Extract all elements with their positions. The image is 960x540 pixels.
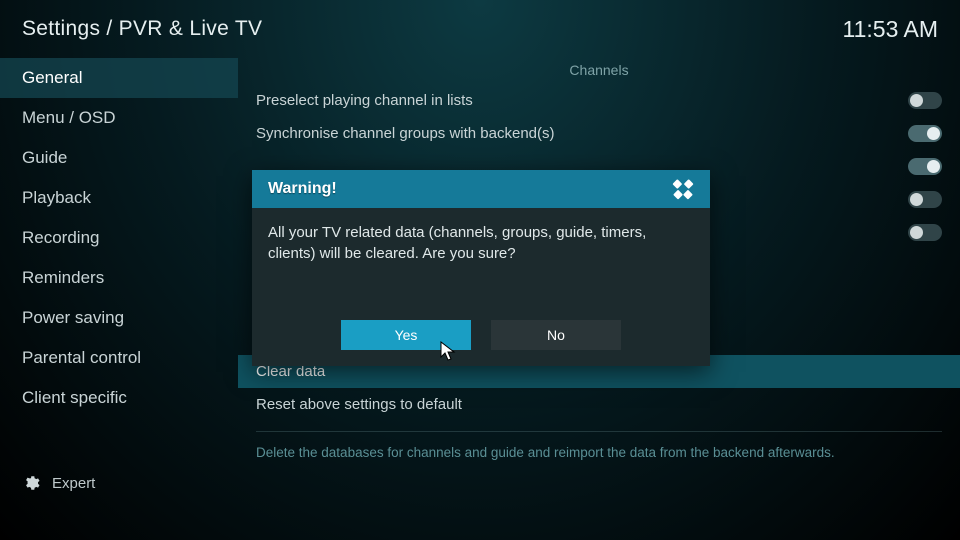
sidebar-item-label: Power saving xyxy=(22,308,124,327)
section-header-channels: Channels xyxy=(238,58,960,84)
setting-label: Preselect playing channel in lists xyxy=(256,92,473,109)
setting-sync-channel-groups[interactable]: Synchronise channel groups with backend(… xyxy=(238,117,960,150)
dialog-message: All your TV related data (channels, grou… xyxy=(252,208,710,320)
kodi-logo-icon xyxy=(667,173,698,204)
sidebar-item-recording[interactable]: Recording xyxy=(0,218,238,258)
sidebar-item-label: Parental control xyxy=(22,348,141,367)
no-button[interactable]: No xyxy=(491,320,621,350)
sidebar-item-playback[interactable]: Playback xyxy=(0,178,238,218)
toggle-switch[interactable] xyxy=(908,92,942,109)
breadcrumb-title: Settings / PVR & Live TV xyxy=(22,17,262,41)
toggle-switch[interactable] xyxy=(908,191,942,208)
settings-level-label: Expert xyxy=(52,475,95,492)
sidebar-item-general[interactable]: General xyxy=(0,58,238,98)
dialog-title: Warning! xyxy=(268,180,337,198)
sidebar-item-guide[interactable]: Guide xyxy=(0,138,238,178)
setting-preselect-playing-channel[interactable]: Preselect playing channel in lists xyxy=(238,84,960,117)
sidebar-item-power-saving[interactable]: Power saving xyxy=(0,298,238,338)
setting-reset-default[interactable]: Reset above settings to default xyxy=(238,388,960,421)
header: Settings / PVR & Live TV 11:53 AM xyxy=(0,0,960,58)
sidebar-item-label: Recording xyxy=(22,228,100,247)
settings-level-button[interactable]: Expert xyxy=(0,466,238,500)
help-text: Delete the databases for channels and gu… xyxy=(238,438,960,468)
toggle-switch[interactable] xyxy=(908,224,942,241)
sidebar-item-label: Menu / OSD xyxy=(22,108,116,127)
toggle-switch[interactable] xyxy=(908,125,942,142)
sidebar-item-label: Client specific xyxy=(22,388,127,407)
divider xyxy=(256,431,942,432)
sidebar-item-client-specific[interactable]: Client specific xyxy=(0,378,238,418)
dialog-buttons: Yes No xyxy=(252,320,710,366)
setting-label: Synchronise channel groups with backend(… xyxy=(256,125,555,142)
sidebar-item-reminders[interactable]: Reminders xyxy=(0,258,238,298)
gear-icon xyxy=(22,474,40,492)
clock: 11:53 AM xyxy=(843,16,938,43)
sidebar-item-parental-control[interactable]: Parental control xyxy=(0,338,238,378)
sidebar-item-label: General xyxy=(22,68,82,87)
dialog-header: Warning! xyxy=(252,170,710,208)
yes-button[interactable]: Yes xyxy=(341,320,471,350)
setting-label: Reset above settings to default xyxy=(256,396,462,413)
warning-dialog: Warning! All your TV related data (chann… xyxy=(252,170,710,366)
sidebar-item-label: Reminders xyxy=(22,268,104,287)
sidebar-item-label: Playback xyxy=(22,188,91,207)
toggle-switch[interactable] xyxy=(908,158,942,175)
sidebar: General Menu / OSD Guide Playback Record… xyxy=(0,58,238,540)
sidebar-item-menu-osd[interactable]: Menu / OSD xyxy=(0,98,238,138)
sidebar-item-label: Guide xyxy=(22,148,67,167)
